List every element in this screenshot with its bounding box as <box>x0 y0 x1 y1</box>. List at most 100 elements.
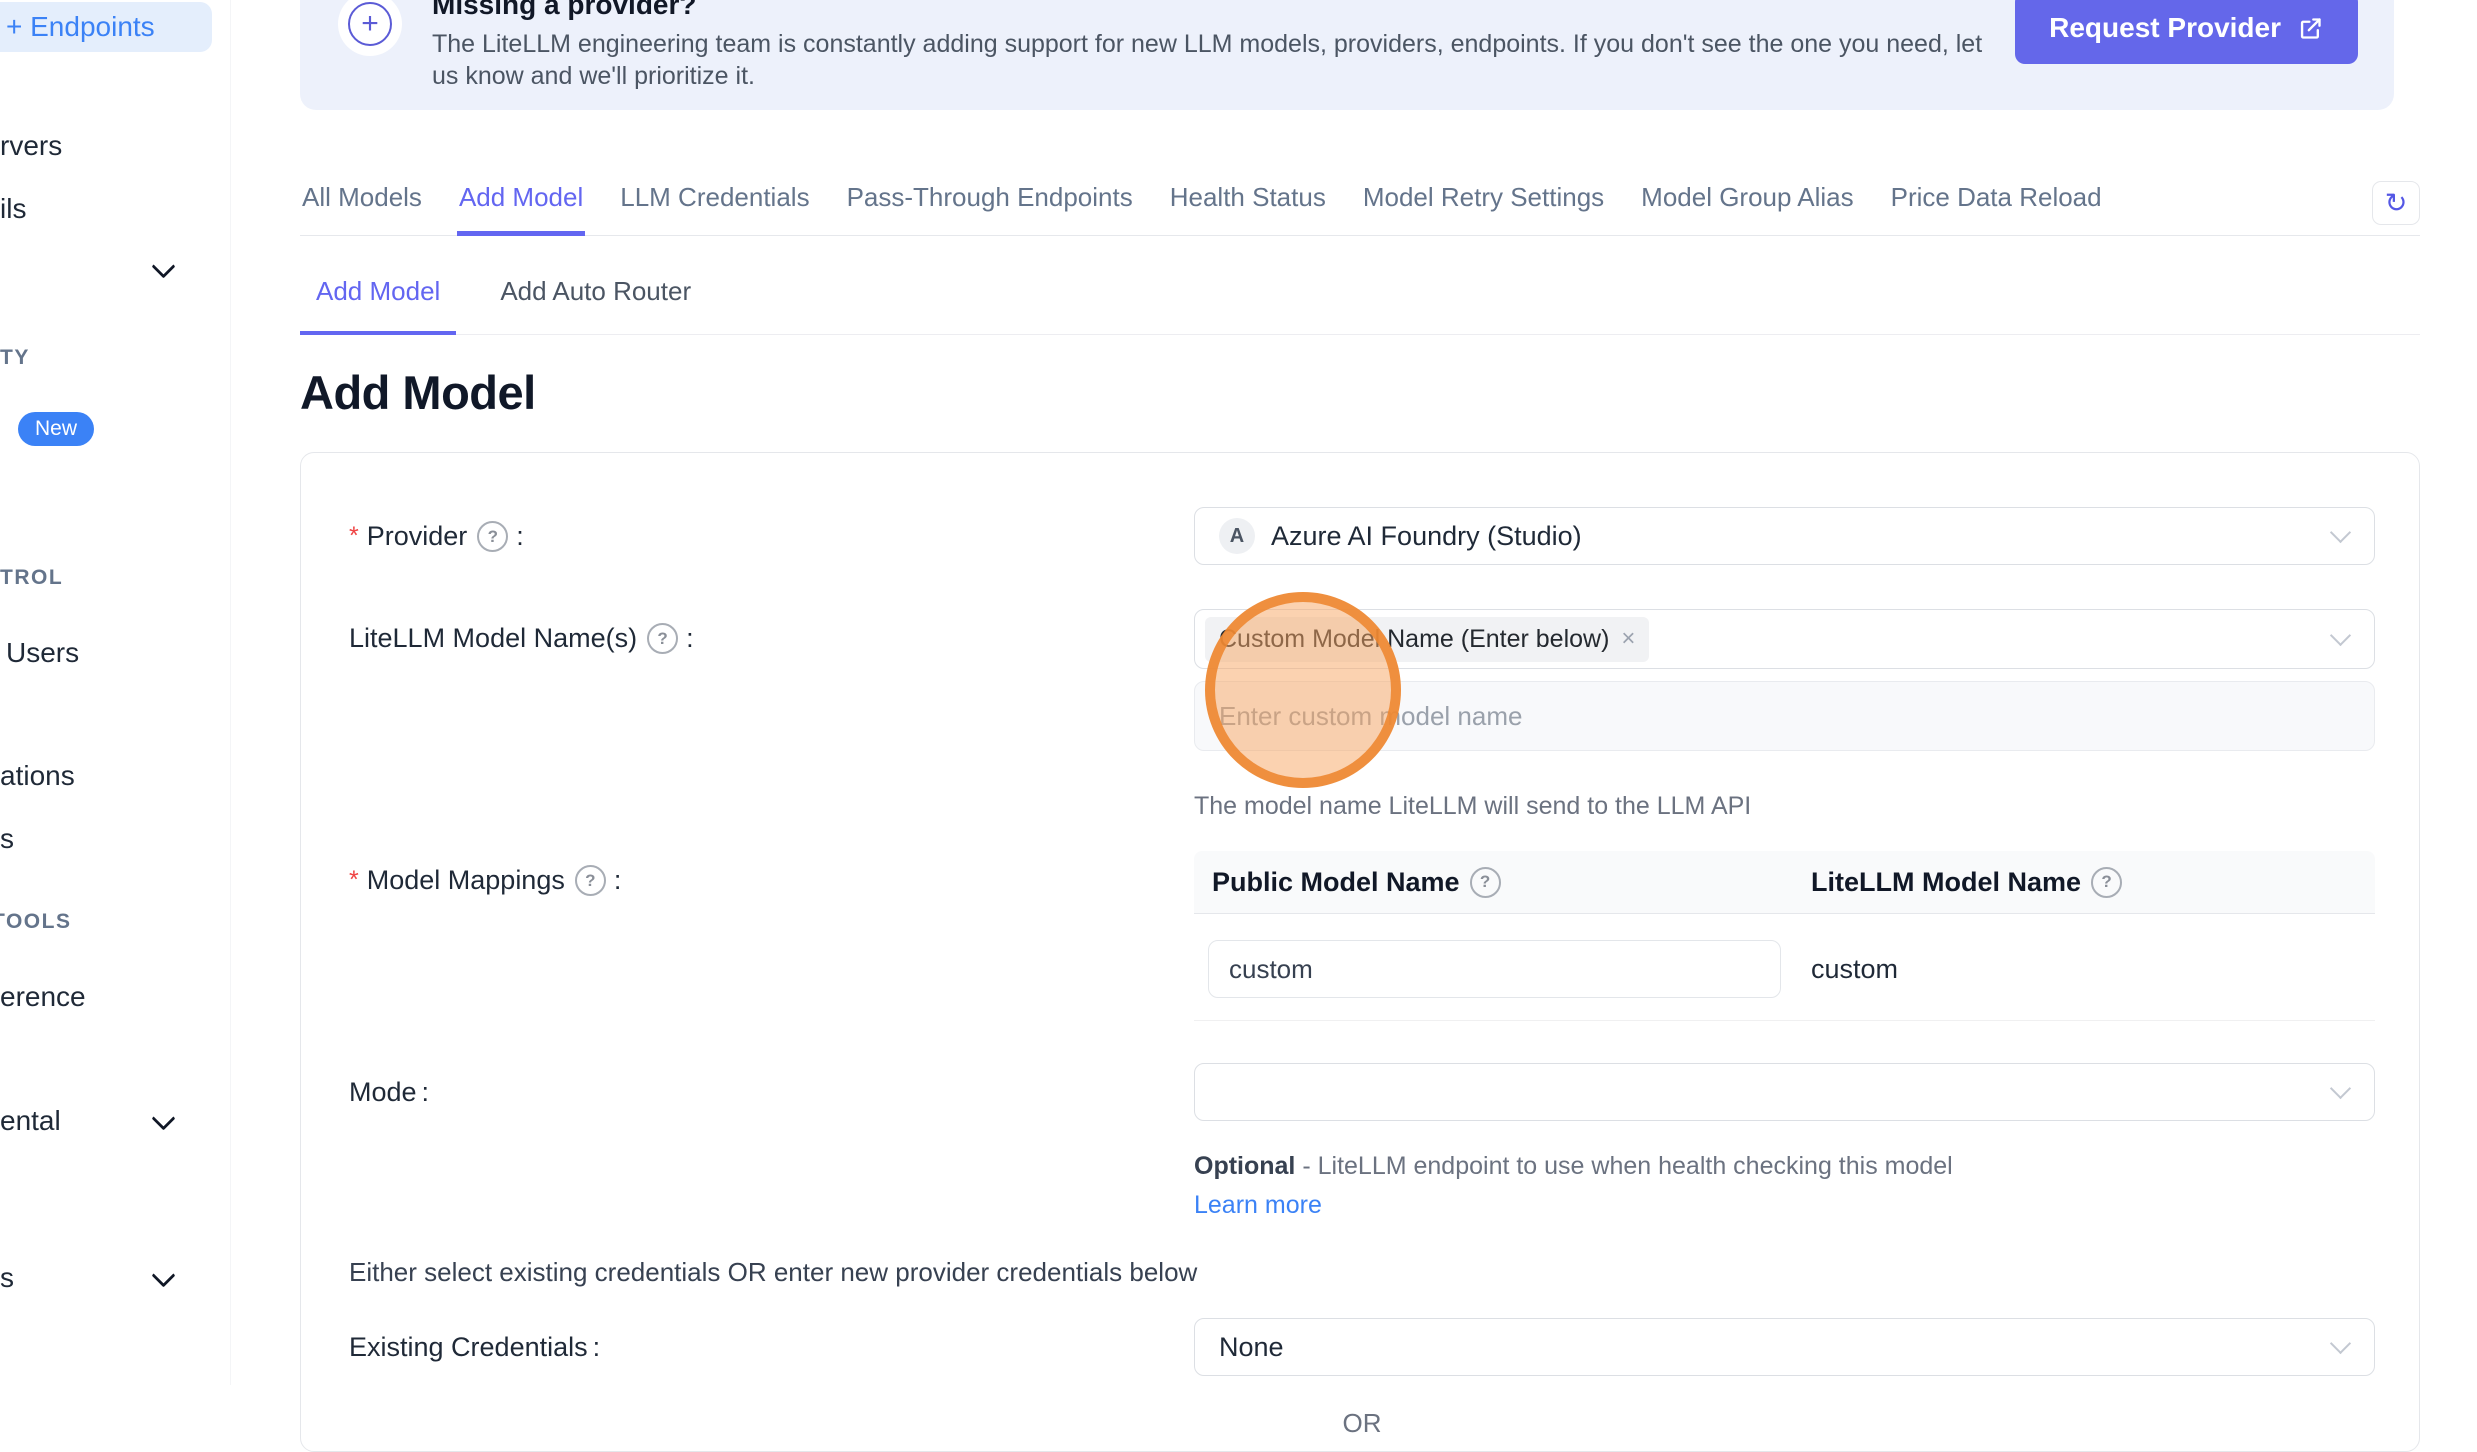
sidebar-item-users[interactable]: Users <box>6 637 79 669</box>
custom-model-name-tag: Custom Model Name (Enter below) × <box>1205 617 1649 662</box>
provider-value: Azure AI Foundry (Studio) <box>1271 521 1582 552</box>
credentials-note: Either select existing credentials OR en… <box>349 1257 2375 1288</box>
request-provider-label: Request Provider <box>2049 12 2281 44</box>
tab-model-retry-settings[interactable]: Model Retry Settings <box>1361 176 1606 236</box>
subtab-add-model[interactable]: Add Model <box>300 276 456 335</box>
chevron-down-icon <box>2330 625 2351 646</box>
help-icon[interactable]: ? <box>1470 867 1501 898</box>
model-mappings-row: * Model Mappings ? : Public Model Name ?… <box>349 851 2375 1021</box>
request-provider-button[interactable]: Request Provider <box>2015 0 2358 64</box>
mode-label: Mode : <box>349 1063 1194 1108</box>
model-mappings-table: Public Model Name ? LiteLLM Model Name ?… <box>1194 851 2375 1021</box>
banner-title: Missing a provider? <box>432 0 1992 22</box>
mode-row: Mode : Optional - LiteLLM endpoint to us… <box>349 1063 2375 1225</box>
public-model-name-cell <box>1194 940 1811 998</box>
sidebar-item-endpoints-label: + Endpoints <box>6 11 155 43</box>
label-colon: : <box>593 1332 601 1363</box>
existing-credentials-select[interactable]: None <box>1194 1318 2375 1376</box>
provider-select[interactable]: A Azure AI Foundry (Studio) <box>1194 507 2375 565</box>
sidebar-item-reference[interactable]: erence <box>0 981 86 1013</box>
sidebar: + Endpoints rvers ils TY New TROL Users … <box>0 0 231 1385</box>
model-mappings-header: Public Model Name ? LiteLLM Model Name ? <box>1194 851 2375 914</box>
sidebar-item-s2[interactable]: s <box>0 1262 14 1294</box>
chevron-down-icon[interactable] <box>151 254 175 278</box>
sidebar-section-security: TY <box>0 346 30 370</box>
help-icon[interactable]: ? <box>575 865 606 896</box>
model-mappings-label: * Model Mappings ? : <box>349 851 1194 896</box>
or-divider: OR <box>349 1408 2375 1439</box>
add-model-form-card: * Provider ? : A Azure AI Foundry (Studi… <box>300 452 2420 1452</box>
tab-model-group-alias[interactable]: Model Group Alias <box>1639 176 1855 236</box>
sidebar-item-ils[interactable]: ils <box>0 193 26 225</box>
model-names-row: LiteLLM Model Name(s) ? : Custom Model N… <box>349 609 2375 821</box>
table-row: custom <box>1194 914 2375 1021</box>
model-names-controls: Custom Model Name (Enter below) × The mo… <box>1194 609 2375 821</box>
plus-circle-icon: + <box>348 2 392 46</box>
help-icon[interactable]: ? <box>2091 867 2122 898</box>
chevron-down-icon <box>2330 1333 2351 1354</box>
col-litellm-model-name: LiteLLM Model Name ? <box>1811 867 2375 898</box>
mode-select[interactable] <box>1194 1063 2375 1121</box>
tab-price-data-reload[interactable]: Price Data Reload <box>1889 176 2104 236</box>
model-names-label: LiteLLM Model Name(s) ? : <box>349 609 1194 654</box>
col-litellm-label: LiteLLM Model Name <box>1811 867 2081 898</box>
tab-all-models[interactable]: All Models <box>300 176 424 236</box>
model-mappings-label-text: Model Mappings <box>367 865 565 896</box>
chevron-down-icon[interactable] <box>151 1106 175 1130</box>
provider-label-text: Provider <box>367 521 468 552</box>
sidebar-item-experimental[interactable]: ental <box>0 1105 61 1137</box>
litellm-model-name-cell: custom <box>1811 954 2375 985</box>
sidebar-item-s1[interactable]: s <box>0 823 14 855</box>
refresh-button[interactable]: ↻ <box>2372 181 2420 225</box>
mode-helper-text: Optional - LiteLLM endpoint to use when … <box>1194 1147 1994 1225</box>
custom-model-name-tag-label: Custom Model Name (Enter below) <box>1219 625 1609 654</box>
label-colon: : <box>614 865 622 896</box>
col-public-model-name: Public Model Name ? <box>1194 867 1811 898</box>
provider-row: * Provider ? : A Azure AI Foundry (Studi… <box>349 507 2375 565</box>
tab-add-model[interactable]: Add Model <box>457 176 585 236</box>
public-model-name-input[interactable] <box>1208 940 1781 998</box>
mode-label-text: Mode <box>349 1077 417 1108</box>
help-icon[interactable]: ? <box>647 623 678 654</box>
tab-llm-credentials[interactable]: LLM Credentials <box>618 176 811 236</box>
external-link-icon <box>2297 15 2324 42</box>
required-mark: * <box>349 522 359 551</box>
main-content: + Missing a provider? The LiteLLM engine… <box>230 0 2477 1385</box>
plus-circle-icon-chip: + <box>338 0 402 56</box>
tab-pass-through-endpoints[interactable]: Pass-Through Endpoints <box>845 176 1135 236</box>
provider-avatar: A <box>1219 518 1255 554</box>
provider-label: * Provider ? : <box>349 507 1194 552</box>
label-colon: : <box>422 1077 430 1108</box>
page-title: Add Model <box>300 365 2420 420</box>
chevron-down-icon <box>2330 1078 2351 1099</box>
mode-controls: Optional - LiteLLM endpoint to use when … <box>1194 1063 2375 1225</box>
mode-helper-bold: Optional <box>1194 1152 1295 1180</box>
help-icon[interactable]: ? <box>477 521 508 552</box>
model-names-multiselect[interactable]: Custom Model Name (Enter below) × <box>1194 609 2375 669</box>
refresh-icon: ↻ <box>2385 190 2408 217</box>
tag-remove-icon[interactable]: × <box>1621 627 1635 651</box>
sidebar-item-organizations[interactable]: ations <box>0 760 75 792</box>
sidebar-item-endpoints[interactable]: + Endpoints <box>0 2 212 52</box>
banner-text: Missing a provider? The LiteLLM engineer… <box>432 0 1992 92</box>
existing-credentials-label-text: Existing Credentials <box>349 1332 588 1363</box>
learn-more-link[interactable]: Learn more <box>1194 1191 1322 1219</box>
banner-body: The LiteLLM engineering team is constant… <box>432 28 1992 92</box>
chevron-down-icon[interactable] <box>151 1263 175 1287</box>
existing-credentials-label: Existing Credentials : <box>349 1318 1194 1363</box>
new-badge[interactable]: New <box>18 412 94 446</box>
sidebar-section-tools: TOOLS <box>0 910 71 934</box>
required-mark: * <box>349 866 359 895</box>
model-name-helper-text: The model name LiteLLM will send to the … <box>1194 791 2375 821</box>
tab-health-status[interactable]: Health Status <box>1168 176 1328 236</box>
sidebar-item-servers[interactable]: rvers <box>0 130 62 162</box>
custom-model-name-input[interactable] <box>1194 681 2375 751</box>
chevron-down-icon <box>2330 522 2351 543</box>
model-names-label-text: LiteLLM Model Name(s) <box>349 623 637 654</box>
mode-helper-rest: - LiteLLM endpoint to use when health ch… <box>1295 1152 1952 1180</box>
label-colon: : <box>516 521 524 552</box>
label-colon: : <box>686 623 694 654</box>
subtab-add-auto-router[interactable]: Add Auto Router <box>484 276 707 335</box>
add-model-subtab-bar: Add Model Add Auto Router <box>300 236 2420 335</box>
existing-credentials-value: None <box>1219 1332 1284 1363</box>
